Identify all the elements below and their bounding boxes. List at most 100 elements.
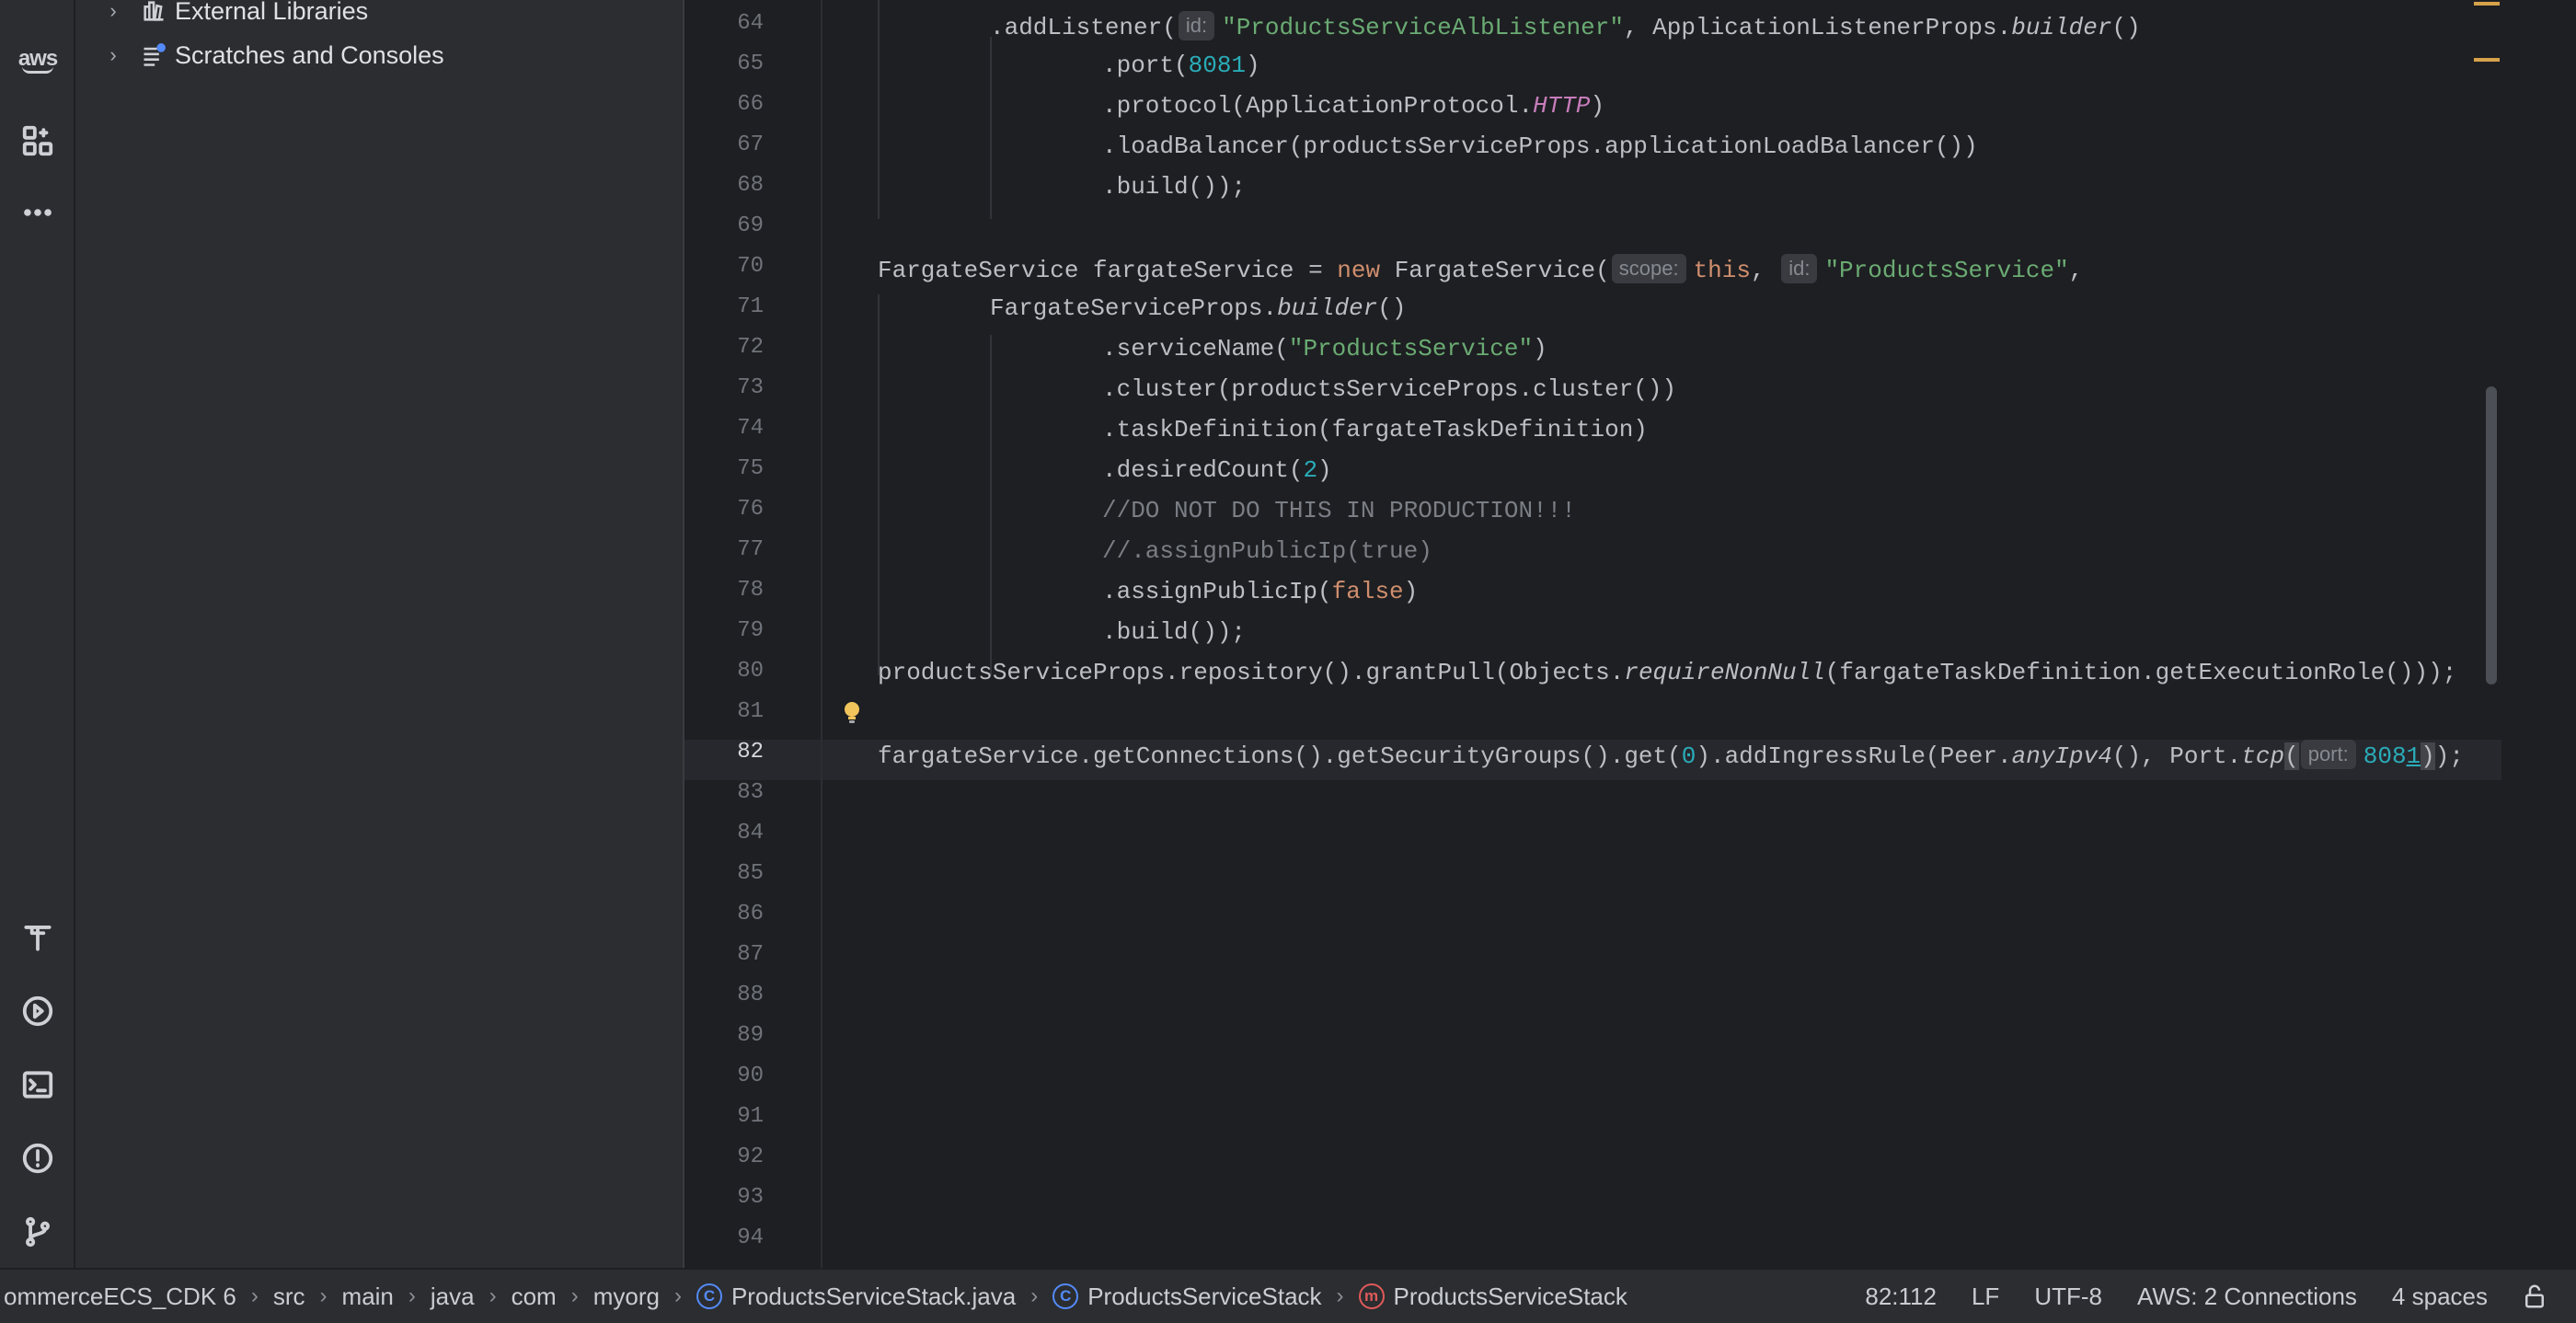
line-number: 83: [737, 780, 764, 805]
line-number: 80: [737, 659, 764, 684]
line-number: 81: [737, 699, 764, 724]
code-line-67: .loadBalancer(productsServiceProps.appli…: [1102, 132, 1978, 160]
line-number: 73: [737, 375, 764, 400]
line-number: 92: [737, 1145, 764, 1169]
breadcrumb-file[interactable]: C ProductsServiceStack.java ›: [696, 1283, 1052, 1311]
file-encoding[interactable]: UTF-8: [2034, 1283, 2102, 1311]
warning-marker[interactable]: [2474, 2, 2500, 6]
breadcrumb-src[interactable]: src ›: [273, 1283, 342, 1311]
indent-setting[interactable]: 4 spaces: [2392, 1283, 2488, 1311]
indent-guide: [878, 0, 880, 219]
breadcrumb-project[interactable]: ommerceECS_CDK 6 ›: [4, 1283, 273, 1311]
line-separator[interactable]: LF: [1972, 1283, 1999, 1311]
class-icon: C: [1052, 1283, 1079, 1309]
vertical-scrollbar[interactable]: [2486, 386, 2497, 685]
line-number: 86: [737, 902, 764, 926]
chevron-right-icon[interactable]: ›: [99, 43, 127, 67]
line-number: 76: [737, 497, 764, 522]
code-line-68: .build());: [1102, 173, 1247, 201]
line-number-current: 82: [737, 740, 764, 765]
more-icon[interactable]: [18, 193, 57, 232]
status-bar: ommerceECS_CDK 6 › src › main › java › com › …: [0, 1268, 2576, 1323]
code-line-77: //.assignPublicIp(true): [1102, 537, 1432, 565]
inlay-hint: port:: [2300, 740, 2356, 769]
code-line-73: .cluster(productsServiceProps.cluster()): [1102, 375, 1677, 403]
line-number: 89: [737, 1023, 764, 1048]
inlay-hint: id:: [1781, 254, 1818, 283]
code-line-65: .port(8081): [1102, 52, 1260, 79]
tree-item-external-libraries[interactable]: › External Libraries: [75, 0, 683, 29]
line-number-gutter: 64 65 66 67 68 69 70 71 72 73 74 75 76 7…: [684, 0, 822, 1268]
line-number: 66: [737, 92, 764, 117]
tree-item-label: Scratches and Consoles: [175, 40, 444, 69]
line-number: 75: [737, 456, 764, 481]
breadcrumb-main[interactable]: main ›: [342, 1283, 431, 1311]
line-number: 70: [737, 254, 764, 279]
line-number: 64: [737, 11, 764, 36]
breadcrumb-method[interactable]: m ProductsServiceStack: [1358, 1283, 1627, 1311]
line-number: 68: [737, 173, 764, 198]
line-number: 79: [737, 618, 764, 643]
caret-position[interactable]: 82:112: [1865, 1283, 1937, 1311]
problems-icon[interactable]: [18, 1139, 57, 1178]
indent-guide: [990, 335, 992, 675]
structure-icon[interactable]: [18, 121, 57, 160]
code-line-75: .desiredCount(2): [1102, 456, 1332, 484]
run-icon[interactable]: [18, 992, 57, 1030]
project-panel: › External Libraries › Scratches and Con…: [75, 0, 683, 1268]
build-icon[interactable]: [18, 918, 57, 957]
aws-logo-text: aws: [17, 46, 58, 71]
code-line-66: .protocol(ApplicationProtocol.HTTP): [1102, 92, 1605, 120]
code-line-71: FargateServiceProps.builder(): [990, 294, 1407, 322]
lightbulb-icon[interactable]: [841, 699, 863, 727]
code-line-79: .build());: [1102, 618, 1247, 646]
line-number: 88: [737, 983, 764, 1007]
code-line-64: .addListener(id: "ProductsServiceAlbListe…: [990, 11, 2141, 52]
breadcrumb-class[interactable]: C ProductsServiceStack ›: [1052, 1283, 1358, 1311]
method-icon: m: [1358, 1283, 1385, 1309]
line-number: 69: [737, 213, 764, 238]
lock-icon[interactable]: [2521, 1283, 2548, 1310]
line-number: 90: [737, 1064, 764, 1088]
line-number: 85: [737, 861, 764, 886]
line-number: 78: [737, 578, 764, 603]
line-number: 87: [737, 942, 764, 967]
breadcrumb-com[interactable]: com ›: [512, 1283, 593, 1311]
line-number: 93: [737, 1185, 764, 1210]
code-line-70: FargateService fargateService = new Farg…: [878, 254, 2083, 294]
line-number: 67: [737, 132, 764, 157]
chevron-right-icon[interactable]: ›: [99, 0, 127, 23]
tree-item-scratches[interactable]: › Scratches and Consoles: [75, 37, 683, 74]
code-line-78: .assignPublicIp(false): [1102, 578, 1419, 605]
terminal-icon[interactable]: [18, 1065, 57, 1104]
code-line-72: .serviceName("ProductsService"): [1102, 335, 1547, 362]
library-icon: [140, 0, 167, 25]
status-widgets: 82:112 LF UTF-8 AWS: 2 Connections 4 spa…: [1830, 1283, 2576, 1311]
line-number: 94: [737, 1225, 764, 1250]
tree-item-label: External Libraries: [175, 0, 369, 25]
line-number: 84: [737, 821, 764, 846]
code-line-74: .taskDefinition(fargateTaskDefinition): [1102, 416, 1648, 443]
indent-guide: [878, 294, 880, 675]
line-number: 72: [737, 335, 764, 360]
line-number: 65: [737, 52, 764, 76]
breadcrumb-java[interactable]: java ›: [431, 1283, 512, 1311]
line-number: 91: [737, 1104, 764, 1129]
code-editor[interactable]: 64 65 66 67 68 69 70 71 72 73 74 75 76 7…: [683, 0, 2576, 1268]
scratches-icon: [140, 41, 167, 69]
aws-connections[interactable]: AWS: 2 Connections: [2137, 1283, 2357, 1311]
inlay-hint: id:: [1178, 11, 1215, 40]
activity-bar: aws: [0, 0, 75, 1268]
git-icon[interactable]: [18, 1213, 57, 1251]
code-line-76: //DO NOT DO THIS IN PRODUCTION!!!: [1102, 497, 1576, 524]
warning-marker[interactable]: [2474, 58, 2500, 62]
code-line-82: fargateService.getConnections().getSecur…: [878, 740, 2464, 780]
breadcrumb-myorg[interactable]: myorg ›: [593, 1283, 696, 1311]
line-number: 74: [737, 416, 764, 441]
aws-icon[interactable]: aws: [15, 46, 61, 83]
class-icon: C: [696, 1283, 722, 1309]
code-line-80: productsServiceProps.repository().grantP…: [878, 659, 2457, 686]
indent-guide: [990, 37, 992, 219]
breadcrumb: ommerceECS_CDK 6 › src › main › java › com › …: [0, 1283, 1830, 1311]
line-number: 71: [737, 294, 764, 319]
